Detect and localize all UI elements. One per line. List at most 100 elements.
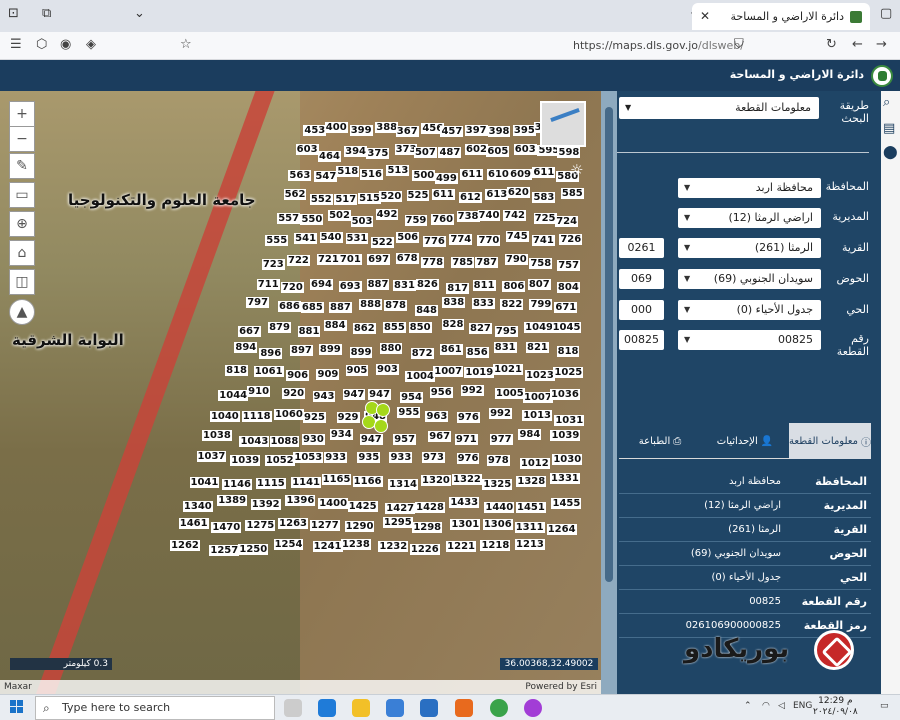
parcel-number-label[interactable]: 1440 bbox=[484, 502, 515, 514]
active-tab[interactable]: دائرة الاراضي و المساحة ✕ bbox=[692, 3, 870, 30]
parcel-number-label[interactable]: 367 bbox=[395, 125, 419, 137]
basemap-toggle-button[interactable] bbox=[540, 101, 586, 147]
location-pin-icon[interactable]: ⬤ bbox=[883, 145, 898, 160]
parcel-number-label[interactable]: 1427 bbox=[385, 502, 416, 514]
taskbar-search-input[interactable]: ⌕ Type here to search bbox=[35, 696, 275, 720]
parcel-number-label[interactable]: 550 bbox=[300, 213, 324, 225]
parcel-number-label[interactable]: 738 bbox=[456, 210, 480, 222]
parcel-number-label[interactable]: 507 bbox=[413, 146, 437, 158]
favorite-star-icon[interactable]: ☆ bbox=[180, 37, 192, 52]
parcel-number-label[interactable]: 1088 bbox=[269, 435, 300, 447]
parcel-number-label[interactable]: 1298 bbox=[412, 521, 443, 533]
clock[interactable]: 12:29 م ٢٠٢٤/٠٩/٠٨ bbox=[813, 696, 858, 718]
volume-icon[interactable]: ◁ bbox=[778, 701, 785, 711]
parcel-number-label[interactable]: 879 bbox=[268, 321, 291, 333]
parcel-number-label[interactable]: 1433 bbox=[449, 497, 480, 509]
url-field[interactable]: https://maps.dls.gov.jo/dlsweb/ bbox=[573, 39, 744, 52]
parcel-number-label[interactable]: 1461 bbox=[178, 518, 209, 530]
parcel-number-label[interactable]: 1306 bbox=[482, 518, 513, 530]
parcel-number-label[interactable]: 678 bbox=[395, 253, 419, 265]
district-select[interactable]: جدول الأحياء (0) ▼ bbox=[678, 300, 821, 320]
parcel-number-label[interactable]: 723 bbox=[261, 258, 285, 270]
parcel-number-label[interactable]: 977 bbox=[489, 434, 513, 446]
parcel-number-label[interactable]: 500 bbox=[412, 170, 436, 182]
parcel-number-label[interactable]: 806 bbox=[502, 281, 526, 292]
parcel-number-label[interactable]: 1254 bbox=[273, 539, 304, 551]
parcel-number-label[interactable]: 1060 bbox=[273, 408, 304, 420]
parcel-number-label[interactable]: 778 bbox=[421, 256, 445, 268]
parcel-number-label[interactable]: 1165 bbox=[321, 473, 352, 485]
windows-start-icon[interactable] bbox=[10, 700, 24, 714]
parcel-number-label[interactable]: 520 bbox=[379, 191, 403, 203]
tab-parcel-info[interactable]: ⓘ معلومات القطعة bbox=[789, 423, 871, 459]
parcel-number-label[interactable]: 1257 bbox=[209, 544, 240, 556]
parcel-number-label[interactable]: 954 bbox=[400, 392, 423, 404]
parcel-number-label[interactable]: 1232 bbox=[378, 540, 409, 552]
parcel-number-label[interactable]: 1040 bbox=[209, 410, 240, 422]
parcel-number-label[interactable]: 855 bbox=[382, 322, 406, 334]
parcel-number-label[interactable]: 611 bbox=[532, 167, 556, 179]
parcel-number-label[interactable]: 453 bbox=[303, 124, 327, 136]
parcel-number-label[interactable]: 1389 bbox=[217, 495, 248, 507]
parcel-number-label[interactable]: 818 bbox=[556, 345, 580, 357]
basin-select[interactable]: سويدان الجنوبي (69) ▼ bbox=[678, 269, 821, 289]
parcel-number-label[interactable]: 984 bbox=[518, 429, 542, 441]
parcel-number-label[interactable]: 850 bbox=[408, 321, 432, 333]
parcel-number-label[interactable]: 522 bbox=[370, 237, 394, 249]
site-info-icon[interactable]: ⛉ bbox=[734, 37, 744, 52]
parcel-code-field[interactable]: 00825 bbox=[619, 330, 664, 350]
parcel-number-label[interactable]: 1221 bbox=[446, 541, 477, 553]
parcel-number-label[interactable]: 1013 bbox=[522, 410, 553, 422]
parcel-number-label[interactable]: 399 bbox=[349, 124, 373, 136]
reload-icon[interactable]: ↻ bbox=[826, 37, 837, 52]
parcel-number-label[interactable]: 992 bbox=[460, 385, 484, 397]
forward-icon[interactable]: → bbox=[876, 37, 887, 52]
parcel-number-label[interactable]: 790 bbox=[504, 253, 528, 265]
parcel-number-label[interactable]: 894 bbox=[234, 342, 258, 354]
locate-icon[interactable]: ⊕ bbox=[9, 211, 35, 237]
parcel-number-label[interactable]: 540 bbox=[319, 231, 343, 243]
parcel-number-label[interactable]: 686 bbox=[277, 300, 301, 312]
parcel-number-label[interactable]: 1314 bbox=[388, 479, 418, 491]
extensions-icon[interactable]: ⬡ bbox=[36, 37, 47, 52]
parcel-number-label[interactable]: 1118 bbox=[241, 410, 272, 422]
parcel-number-label[interactable]: 506 bbox=[396, 232, 420, 244]
parcel-number-label[interactable]: 1012 bbox=[519, 458, 550, 470]
parcel-number-label[interactable]: 1264 bbox=[546, 523, 577, 535]
parcel-number-label[interactable]: 1400 bbox=[318, 498, 349, 510]
parcel-number-label[interactable]: 583 bbox=[532, 191, 556, 203]
parcel-number-label[interactable]: 547 bbox=[314, 171, 338, 183]
parcel-number-label[interactable]: 978 bbox=[486, 454, 510, 466]
menu-icon[interactable]: ☰ bbox=[10, 37, 22, 52]
parcel-number-label[interactable]: 667 bbox=[238, 325, 261, 337]
parcel-number-label[interactable]: 872 bbox=[410, 348, 434, 360]
profile-icon[interactable]: ◉ bbox=[60, 37, 71, 52]
parcel-number-label[interactable]: 1019 bbox=[464, 367, 495, 379]
parcel-number-label[interactable]: 725 bbox=[533, 213, 557, 225]
parcel-number-label[interactable]: 375 bbox=[366, 148, 390, 160]
parcel-number-label[interactable]: 612 bbox=[459, 192, 482, 204]
close-tab-icon[interactable]: ✕ bbox=[700, 9, 710, 23]
parcel-number-label[interactable]: 1218 bbox=[480, 539, 511, 551]
parcel-number-label[interactable]: 1241 bbox=[312, 541, 343, 553]
firefox-icon[interactable] bbox=[455, 699, 473, 717]
parcel-number-label[interactable]: 722 bbox=[286, 255, 310, 267]
language-indicator[interactable]: ENG bbox=[793, 701, 812, 711]
parcel-number-label[interactable]: 611 bbox=[431, 188, 455, 200]
parcel-number-label[interactable]: 503 bbox=[350, 216, 374, 228]
parcel-number-label[interactable]: 603 bbox=[513, 143, 537, 155]
parcel-number-label[interactable]: 831 bbox=[393, 280, 416, 292]
parcel-number-label[interactable]: 720 bbox=[280, 282, 304, 294]
parcel-number-label[interactable]: 1311 bbox=[514, 522, 545, 534]
parcel-number-label[interactable]: 1052 bbox=[264, 455, 295, 467]
parcel-number-label[interactable]: 818 bbox=[225, 365, 248, 377]
parcel-number-label[interactable]: 1007 bbox=[523, 391, 553, 403]
parcel-number-label[interactable]: 1470 bbox=[211, 521, 242, 533]
parcel-number-label[interactable]: 1290 bbox=[344, 521, 375, 533]
parcel-number-label[interactable]: 1044 bbox=[218, 389, 249, 401]
parcel-number-label[interactable]: 856 bbox=[465, 347, 489, 359]
parcel-number-label[interactable]: 759 bbox=[404, 214, 428, 226]
parcel-number-label[interactable]: 831 bbox=[493, 341, 517, 353]
directorate-select[interactable]: اراضي الرمثا (12) ▼ bbox=[678, 208, 821, 228]
parcel-number-label[interactable]: 887 bbox=[329, 302, 352, 314]
